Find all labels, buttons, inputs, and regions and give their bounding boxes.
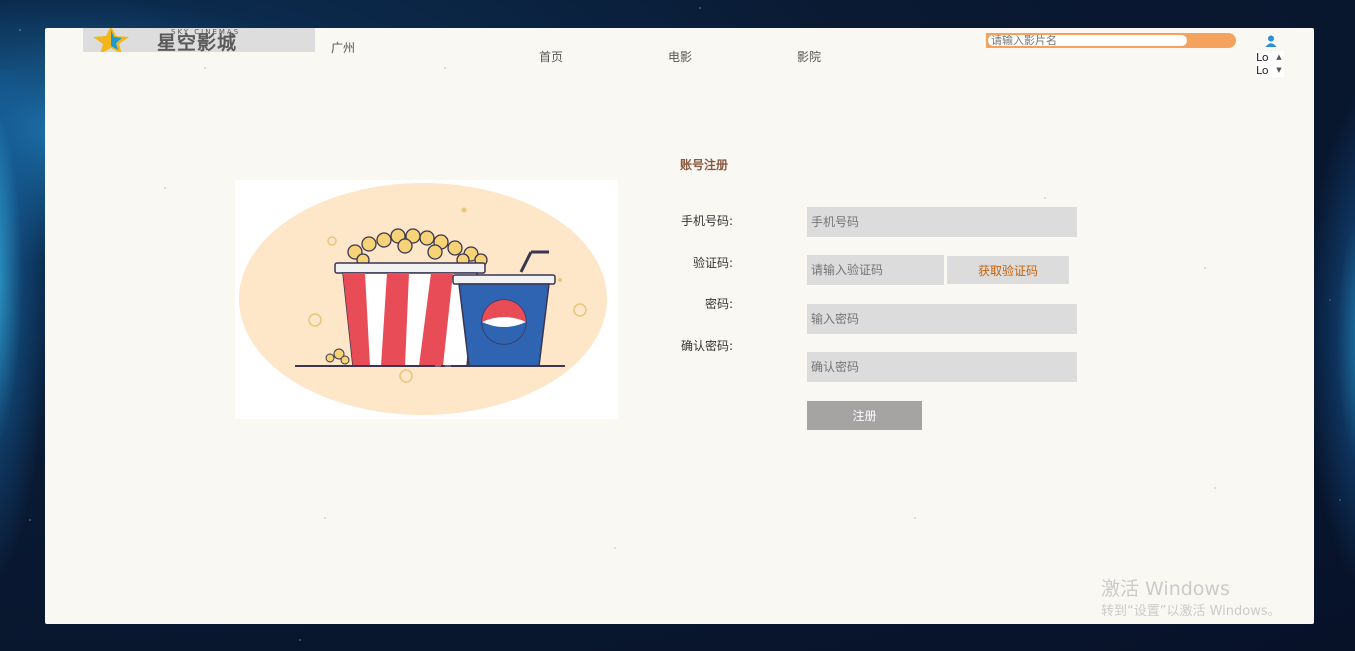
verification-code-input[interactable] xyxy=(807,255,944,285)
language-select[interactable]: Lo Lo ▲ ▼ xyxy=(1256,51,1284,77)
watermark-line-2: 转到“设置”以激活 Windows。 xyxy=(1101,604,1281,619)
form-title: 账号注册 xyxy=(680,158,729,172)
site-logo[interactable]: SKY CINEMAS 星空影城 xyxy=(83,28,315,52)
nav-cinemas[interactable]: 影院 xyxy=(797,48,821,65)
popcorn-drink-icon xyxy=(239,183,607,415)
code-label: 验证码: xyxy=(692,256,733,270)
watermark-line-1: 激活 Windows xyxy=(1101,578,1230,600)
phone-label: 手机号码: xyxy=(680,214,733,228)
windows-activation-watermark: 激活 Windows 转到“设置”以激活 Windows。 xyxy=(1101,577,1281,623)
search-input[interactable] xyxy=(987,34,1188,47)
nav-home[interactable]: 首页 xyxy=(539,48,563,65)
get-code-button[interactable]: 获取验证码 xyxy=(947,256,1069,284)
nebula-glow-left xyxy=(0,70,50,590)
password-label: 密码: xyxy=(704,297,733,311)
confirm-password-input[interactable] xyxy=(807,352,1077,382)
password-input[interactable] xyxy=(807,304,1077,334)
nav-movies[interactable]: 电影 xyxy=(668,48,692,65)
logo-star-icon xyxy=(93,28,129,52)
phone-input[interactable] xyxy=(807,207,1077,237)
main-panel: SKY CINEMAS 星空影城 广州 首页 电影 影院 Lo Lo ▲▼ xyxy=(45,28,1314,624)
logo-name: 星空影城 xyxy=(157,32,238,52)
user-icon[interactable] xyxy=(1264,34,1278,48)
search-bar xyxy=(986,33,1236,48)
search-icon[interactable] xyxy=(1190,34,1200,44)
popcorn-illustration xyxy=(235,180,618,419)
spinner-arrows-icon[interactable]: ▲ ▼ xyxy=(1274,51,1284,77)
confirm-password-label: 确认密码: xyxy=(680,339,733,353)
city-selector[interactable]: 广州 xyxy=(331,39,355,56)
register-button[interactable]: 注册 xyxy=(807,401,922,430)
